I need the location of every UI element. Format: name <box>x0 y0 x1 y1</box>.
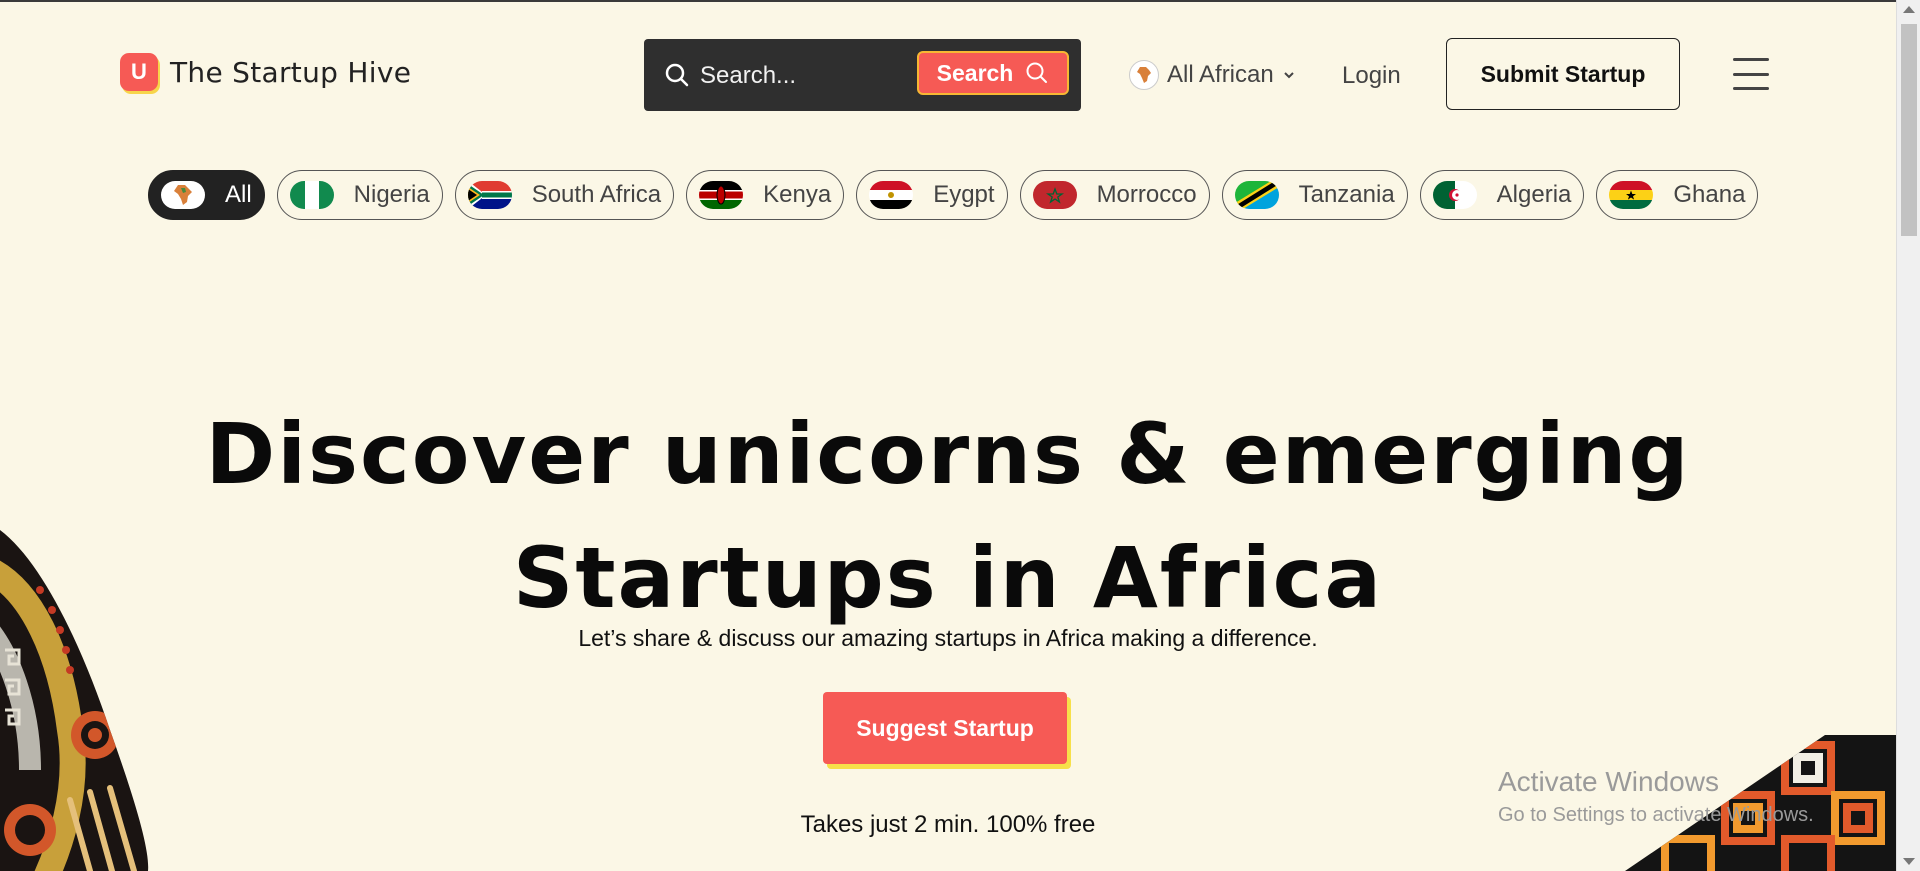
scroll-up-arrow-icon[interactable] <box>1903 6 1915 13</box>
search-button[interactable]: Search <box>917 51 1069 95</box>
country-pill-label: Algeria <box>1496 181 1572 208</box>
hero-subtitle: Let’s share & discuss our amazing startu… <box>578 625 1318 651</box>
region-label: All African <box>1167 61 1274 88</box>
brand-logo[interactable]: U The Startup Hive <box>120 53 411 91</box>
africa-map-icon <box>1129 60 1159 90</box>
country-pill-label: Kenya <box>763 181 832 208</box>
hero-title-line1: Discover unicorns & emerging <box>205 405 1691 503</box>
south-africa-flag-icon <box>467 181 512 209</box>
tanzania-flag-icon <box>1234 181 1279 209</box>
country-pill-label: Morrocco <box>1096 181 1197 208</box>
nigeria-flag-icon <box>289 181 334 209</box>
watermark-subtitle: Go to Settings to activate Windows. <box>1498 804 1814 826</box>
country-pill-morocco[interactable]: Morrocco <box>1019 170 1210 220</box>
country-pill-south-africa[interactable]: South Africa <box>454 170 675 220</box>
africa-map-icon <box>161 181 205 209</box>
watermark-title: Activate Windows <box>1498 766 1719 797</box>
country-pill-label: South Africa <box>531 181 662 208</box>
egypt-flag-icon <box>869 181 914 209</box>
country-pill-all[interactable]: All <box>148 170 265 220</box>
top-border <box>0 0 1920 2</box>
kenya-flag-icon <box>699 181 744 209</box>
country-pill-algeria[interactable]: Algeria <box>1419 170 1585 220</box>
login-link[interactable]: Login <box>1342 62 1401 90</box>
region-selector[interactable]: All African <box>1129 60 1296 90</box>
algeria-flag-icon <box>1432 181 1477 209</box>
hero-title-line2: Startups in Africa <box>512 529 1384 627</box>
search-button-icon <box>1026 62 1048 83</box>
scroll-down-arrow-icon[interactable] <box>1903 858 1915 865</box>
suggest-startup-button[interactable]: Suggest Startup <box>823 692 1067 764</box>
morocco-flag-icon <box>1032 181 1077 209</box>
country-pill-nigeria[interactable]: Nigeria <box>276 170 443 220</box>
country-pill-label: Ghana <box>1673 181 1746 208</box>
brand-name: The Startup Hive <box>170 55 412 89</box>
country-filter: All Nigeria South Africa Kenya Eygpt Mor… <box>148 170 1759 220</box>
search-bar: Search <box>644 39 1081 111</box>
page-scrollbar[interactable] <box>1896 0 1920 871</box>
submit-startup-button[interactable]: Submit Startup <box>1446 38 1680 110</box>
country-pill-label: All <box>225 181 252 208</box>
chevron-down-icon <box>1284 72 1294 79</box>
country-pill-label: Eygpt <box>933 181 995 208</box>
hero-title: Discover unicorns & emerging Startups in… <box>0 392 1896 640</box>
country-pill-tanzania[interactable]: Tanzania <box>1221 170 1408 220</box>
country-pill-ghana[interactable]: Ghana <box>1596 170 1759 220</box>
ghana-flag-icon <box>1609 181 1654 209</box>
search-button-label: Search <box>936 59 1014 86</box>
country-pill-label: Tanzania <box>1298 181 1395 208</box>
country-pill-label: Nigeria <box>353 181 430 208</box>
windows-activation-watermark: Activate Windows Go to Settings to activ… <box>1498 766 1814 827</box>
search-icon <box>665 63 689 87</box>
hamburger-menu-icon[interactable] <box>1733 58 1769 90</box>
country-pill-egypt[interactable]: Eygpt <box>856 170 1008 220</box>
logo-mark-icon: U <box>120 53 158 91</box>
scrollbar-thumb[interactable] <box>1901 24 1917 236</box>
country-pill-kenya[interactable]: Kenya <box>686 170 845 220</box>
search-input[interactable] <box>698 59 902 93</box>
